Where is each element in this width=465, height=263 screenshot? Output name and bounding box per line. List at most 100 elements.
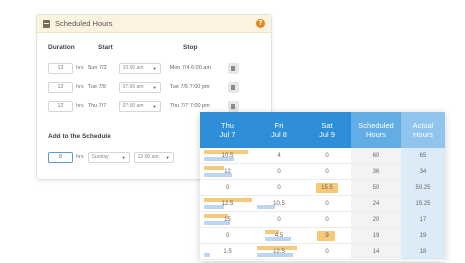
cell-value: 10.5 bbox=[273, 200, 285, 207]
table-cell: 12 bbox=[200, 164, 255, 179]
start-column-label: Start bbox=[98, 44, 113, 51]
actual-bar bbox=[204, 253, 210, 257]
header-line: Hours bbox=[412, 130, 433, 139]
stop-datetime: Tue 7/5 7:00 pm bbox=[169, 84, 210, 90]
table-cell: 0 bbox=[325, 216, 329, 223]
chevron-down-icon: ▼ bbox=[152, 84, 157, 90]
start-time-value: 10:00 am bbox=[122, 65, 144, 71]
table-cell: 12.5 bbox=[200, 196, 255, 211]
header-line: Scheduled bbox=[358, 121, 394, 130]
delete-row-button[interactable] bbox=[227, 100, 239, 112]
table-row: 1.5 12.5 0 14 18 bbox=[200, 244, 445, 260]
cell-value: 15.5 bbox=[321, 184, 333, 191]
column-header-scheduled-hours: Scheduled Hours bbox=[351, 112, 401, 148]
delete-row-button[interactable] bbox=[227, 81, 239, 93]
duration-column-label: Duration bbox=[48, 44, 75, 51]
duration-unit: hrs bbox=[76, 154, 84, 160]
chevron-down-icon: ▼ bbox=[165, 154, 170, 160]
cell-value: 1.5 bbox=[223, 248, 232, 255]
header-line: Jul 8 bbox=[271, 130, 287, 139]
table-cell: 0 bbox=[277, 168, 281, 175]
start-time-select[interactable]: 10:00 am ▼ bbox=[118, 62, 161, 74]
table-cell: 19 bbox=[351, 228, 401, 243]
table-cell: 19 bbox=[401, 228, 445, 243]
scheduled-bar bbox=[204, 166, 224, 170]
column-header-sat: Sat Jul 9 bbox=[303, 112, 351, 148]
start-time-value: 07:00 am bbox=[122, 84, 144, 90]
table-cell: 4 bbox=[277, 152, 281, 159]
table-row: 0 0 15.5 50 50.25 bbox=[200, 180, 445, 196]
table-cell: 0 bbox=[325, 152, 329, 159]
trash-icon bbox=[231, 103, 236, 109]
duration-unit: hrs bbox=[76, 65, 84, 71]
add-time-value: 12:00 am bbox=[137, 154, 159, 160]
start-date: Thu 7/7 bbox=[87, 103, 107, 109]
hours-table: Thu Jul 7 Fri Jul 8 Sat Jul 9 Scheduled … bbox=[200, 112, 445, 261]
add-day-value: Sunday bbox=[91, 154, 109, 160]
cell-value: 15 bbox=[224, 216, 231, 223]
table-cell: 18 bbox=[401, 244, 445, 259]
start-time-value: 07:00 am bbox=[122, 103, 144, 109]
schedule-row: 12 hrs Tue 7/5 07:00 am ▼ Tue 7/5 7:00 p… bbox=[48, 81, 239, 93]
table-row: 12 0 0 36 34 bbox=[200, 164, 445, 180]
table-cell: 24 bbox=[351, 196, 401, 211]
header-line: Jul 9 bbox=[319, 130, 335, 139]
table-cell: 0 bbox=[325, 248, 329, 255]
table-cell: 10.5 bbox=[200, 148, 255, 163]
header-line: Hours bbox=[365, 130, 386, 139]
header-line: Actual bbox=[412, 121, 434, 130]
duration-input[interactable]: 12 bbox=[48, 62, 73, 74]
header-line: Fri bbox=[274, 121, 284, 130]
start-date: Sun 7/3 bbox=[87, 65, 107, 71]
table-cell: 12.5 bbox=[255, 244, 303, 259]
add-schedule-row: 8 hrs Sunday ▼ 12:00 am ▼ bbox=[48, 151, 174, 163]
chevron-down-icon: ▼ bbox=[152, 65, 157, 71]
chevron-down-icon: ▼ bbox=[152, 103, 157, 109]
panel-title: Scheduled Hours bbox=[55, 19, 113, 28]
table-cell: 34 bbox=[401, 164, 445, 179]
add-to-schedule-label: Add to the Schedule bbox=[48, 133, 111, 140]
header-line: Sat bbox=[321, 121, 333, 130]
table-cell: 50 bbox=[351, 180, 401, 195]
table-cell: 15.25 bbox=[401, 196, 445, 211]
table-row: 10.5 4 0 60 65 bbox=[200, 148, 445, 164]
table-row: 15 0 0 20 17 bbox=[200, 212, 445, 228]
table-cell: 0 bbox=[325, 200, 329, 207]
table-cell: 17 bbox=[401, 212, 445, 227]
panel-header: Scheduled Hours ? bbox=[37, 15, 271, 33]
add-day-select[interactable]: Sunday ▼ bbox=[87, 151, 130, 163]
stop-datetime: Thu 7/7 7:00 pm bbox=[169, 103, 210, 109]
table-cell: 0 bbox=[225, 184, 230, 191]
table-cell: 10.5 bbox=[255, 196, 303, 211]
table-cell: 0 bbox=[277, 216, 281, 223]
add-time-select[interactable]: 12:00 am ▼ bbox=[133, 151, 174, 163]
start-date: Tue 7/5 bbox=[87, 84, 107, 90]
duration-input[interactable]: 12 bbox=[48, 100, 73, 112]
table-cell: 0 bbox=[325, 168, 329, 175]
stop-datetime: Mon 7/4 6:00 am bbox=[169, 65, 211, 71]
table-cell: 9 bbox=[303, 228, 351, 243]
start-time-select[interactable]: 07:00 am ▼ bbox=[118, 81, 161, 93]
cell-value: 12.5 bbox=[273, 248, 285, 255]
cell-value: 9 bbox=[325, 232, 329, 239]
table-cell: 14 bbox=[351, 244, 401, 259]
cell-value: 10.5 bbox=[221, 152, 234, 159]
delete-row-button[interactable] bbox=[227, 62, 239, 74]
add-duration-input[interactable]: 8 bbox=[48, 151, 73, 163]
schedule-row: 12 hrs Thu 7/7 07:00 am ▼ Thu 7/7 7:00 p… bbox=[48, 100, 239, 112]
column-header-actual-hours: Actual Hours bbox=[401, 112, 445, 148]
chevron-down-icon: ▼ bbox=[121, 154, 126, 160]
table-cell: 15.5 bbox=[303, 180, 351, 195]
table-cell: 1.5 bbox=[200, 244, 255, 259]
duration-input[interactable]: 12 bbox=[48, 81, 73, 93]
table-cell: 15 bbox=[200, 212, 255, 227]
table-cell: 0 bbox=[225, 232, 230, 239]
cell-value: 12.5 bbox=[221, 200, 234, 207]
help-icon[interactable]: ? bbox=[256, 19, 265, 28]
table-cell: 50.25 bbox=[401, 180, 445, 195]
table-cell: 60 bbox=[351, 148, 401, 163]
header-line: Thu bbox=[221, 121, 234, 130]
duration-unit: hrs bbox=[76, 84, 84, 90]
table-cell: 20 bbox=[351, 212, 401, 227]
start-time-select[interactable]: 07:00 am ▼ bbox=[118, 100, 161, 112]
